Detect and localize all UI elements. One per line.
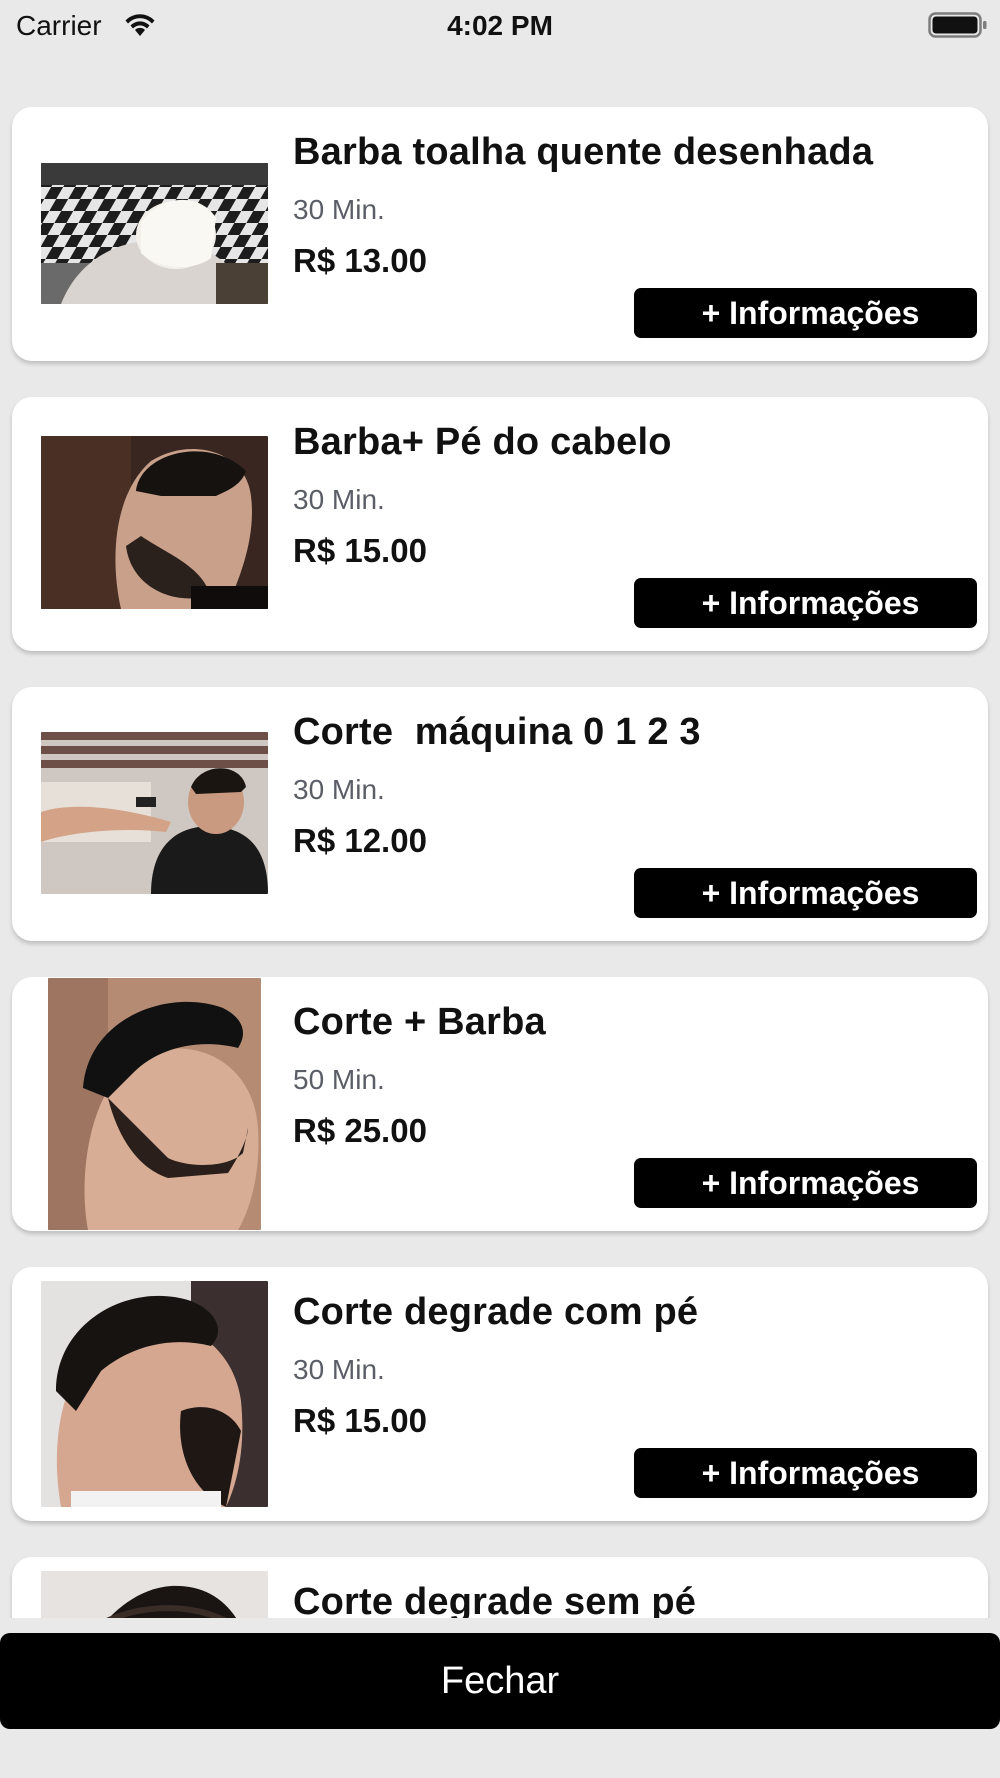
clipper-cut-photo: [41, 732, 268, 894]
service-title: Barba toalha quente desenhada: [293, 131, 874, 173]
status-time: 4:02 PM: [447, 10, 553, 41]
cut-and-beard-photo: [48, 978, 261, 1230]
service-title: Corte degrade sem pé: [293, 1581, 697, 1618]
more-info-button[interactable]: + Informações: [634, 1448, 977, 1498]
service-duration: 50 Min.: [293, 1064, 385, 1095]
fade-cut-photo: [41, 1281, 268, 1507]
service-duration: 30 Min.: [293, 774, 385, 805]
service-duration: 30 Min.: [293, 484, 385, 515]
service-title: Barba+ Pé do cabelo: [293, 421, 672, 463]
service-card[interactable]: Corte + Barba 50 Min. R$ 25.00 + Informa…: [12, 977, 988, 1231]
status-bar: Carrier 4:02 PM: [0, 0, 1000, 52]
beard-profile-photo: [41, 436, 268, 609]
service-title: Corte degrade com pé: [293, 1291, 699, 1333]
service-duration: 30 Min.: [293, 1354, 385, 1385]
service-title: Corte + Barba: [293, 1001, 546, 1043]
services-list[interactable]: Barba toalha quente desenhada 30 Min. R$…: [0, 52, 1000, 1618]
service-card[interactable]: Barba+ Pé do cabelo 30 Min. R$ 15.00 + I…: [12, 397, 988, 651]
service-duration: 30 Min.: [293, 194, 385, 225]
battery-full-icon: [928, 11, 988, 39]
service-price: R$ 13.00: [293, 242, 427, 279]
service-card[interactable]: Corte degrade sem pé: [12, 1557, 988, 1618]
service-card[interactable]: Corte degrade com pé 30 Min. R$ 15.00 + …: [12, 1267, 988, 1521]
hot-towel-shave-photo: [41, 163, 268, 304]
fade-cut-no-neckline-photo: [41, 1571, 268, 1618]
more-info-button[interactable]: + Informações: [634, 288, 977, 338]
more-info-button[interactable]: + Informações: [634, 1158, 977, 1208]
service-card[interactable]: Barba toalha quente desenhada 30 Min. R$…: [12, 107, 988, 361]
service-price: R$ 15.00: [293, 532, 427, 569]
more-info-button[interactable]: + Informações: [634, 868, 977, 918]
more-info-button[interactable]: + Informações: [634, 578, 977, 628]
service-price: R$ 25.00: [293, 1112, 427, 1149]
close-button[interactable]: Fechar: [0, 1633, 1000, 1729]
service-price: R$ 15.00: [293, 1402, 427, 1439]
service-title: Corte máquina 0 1 2 3: [293, 711, 701, 753]
service-card[interactable]: Corte máquina 0 1 2 3 30 Min. R$ 12.00 +…: [12, 687, 988, 941]
service-price: R$ 12.00: [293, 822, 427, 859]
